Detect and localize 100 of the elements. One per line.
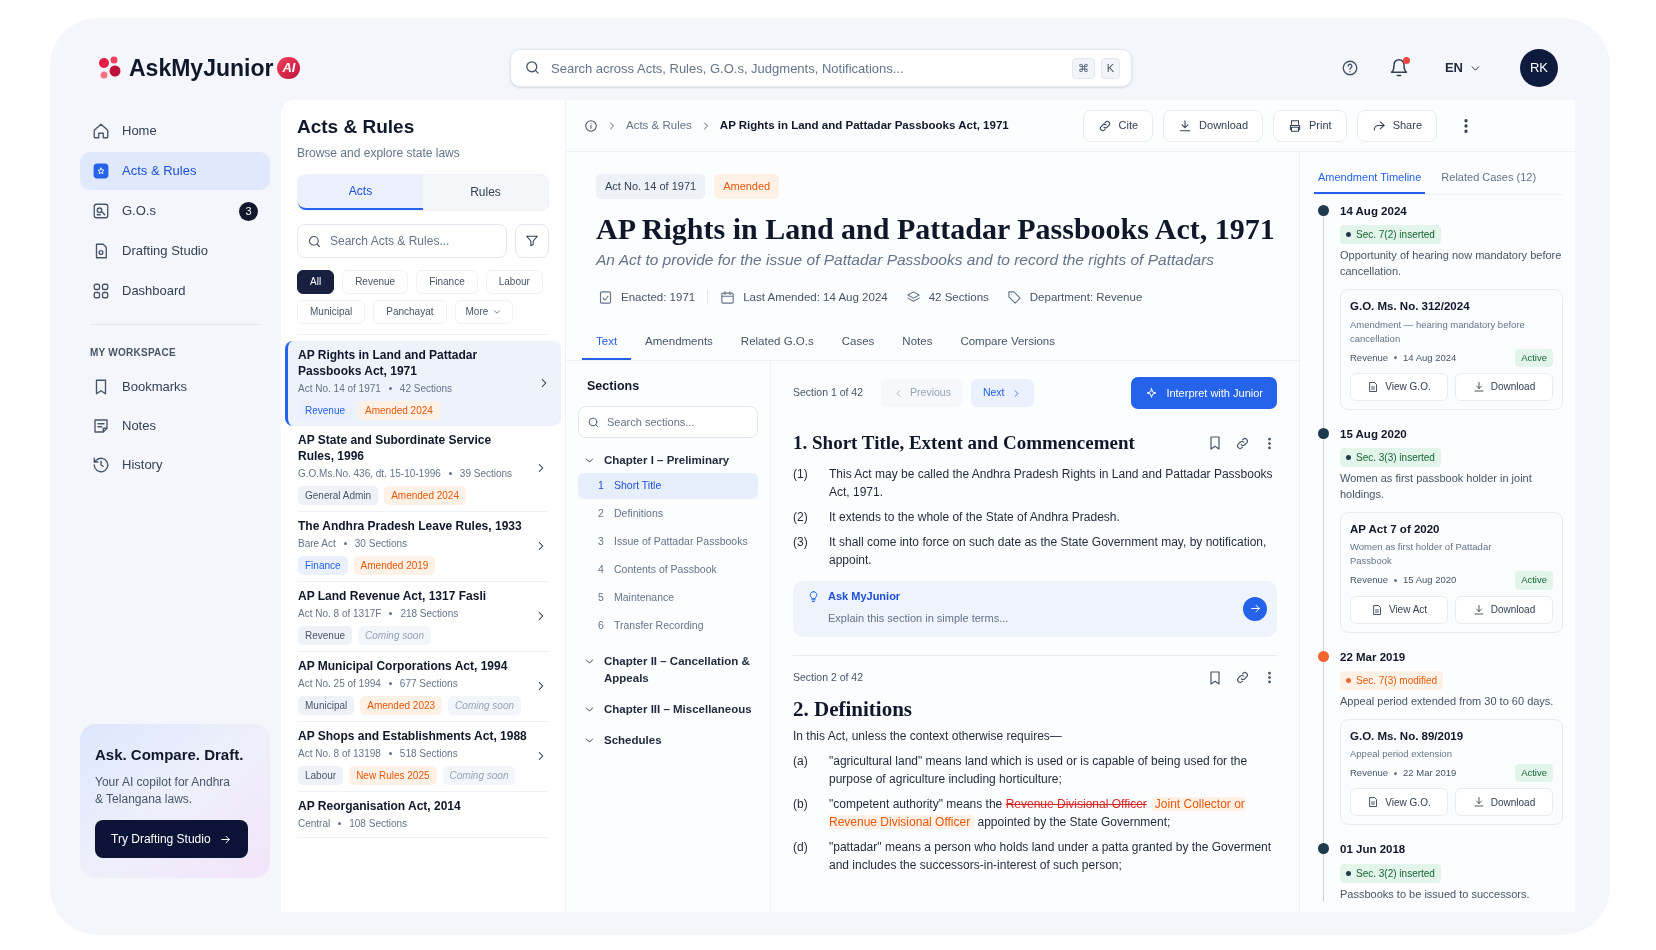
tab[interactable]: Notes — [888, 326, 947, 360]
filter-chip[interactable]: Finance — [416, 269, 478, 294]
tab[interactable]: Rules — [423, 174, 548, 210]
act-list-item[interactable]: AP Land Revenue Act, 1317 Fasli Act No. 8 of 1317F 218 Sections Revenue Coming soon — [298, 581, 548, 652]
act-list-item[interactable]: AP Reorganisation Act, 2014 Central 108 Sections — [298, 791, 548, 838]
help-icon[interactable] — [1340, 59, 1359, 77]
search-field[interactable]: Search Acts & Rules... — [297, 223, 507, 258]
act-list-item[interactable]: The Andhra Pradesh Leave Rules, 1933 Bare Act 30 Sections Finance Amended 2019 — [298, 511, 548, 582]
breadcrumb-link[interactable]: Acts & Rules — [626, 116, 692, 135]
tag: Revenue — [298, 625, 353, 645]
section-number: 6 — [597, 617, 605, 633]
chapter-toggle[interactable]: Chapter III – Miscellaneous — [578, 700, 758, 718]
nav-item[interactable]: Dashboard — [80, 272, 270, 310]
section-link[interactable]: 4 Contents of Passbook — [578, 556, 758, 583]
section-link[interactable]: 1 Short Title — [578, 472, 758, 499]
search-icon — [524, 59, 541, 76]
send-button[interactable] — [1243, 596, 1267, 621]
filter-chip[interactable]: Labour — [485, 269, 543, 294]
document-department: Revenue — [1350, 766, 1389, 780]
tab[interactable]: Compare Versions — [946, 326, 1069, 360]
chapter-toggle[interactable]: Chapter I – Preliminary — [578, 451, 758, 469]
nav-item[interactable]: Home — [80, 112, 270, 150]
act-meta: G.O.Ms.No. 436, dt. 15-10-1996 — [298, 466, 441, 481]
search-field[interactable]: Search sections... — [578, 405, 758, 438]
nav-item[interactable]: History — [80, 446, 270, 484]
section-link[interactable]: 5 Maintenance — [578, 584, 758, 611]
ask-input[interactable]: Explain this section in simple terms... — [828, 609, 1128, 627]
tab[interactable]: Text — [582, 326, 632, 360]
clause-text: "competent authority" means the Revenue Divisional Officer Joint Collector or Revenue Divisional Officer appointed by the State Government; — [829, 796, 1246, 831]
next-button[interactable]: Next — [970, 379, 1034, 407]
bookmark-icon[interactable] — [1207, 435, 1223, 452]
clause-number: (a) — [793, 753, 809, 770]
user-avatar[interactable]: RK — [1520, 49, 1558, 87]
act-title: The Andhra Pradesh Leave Rules, 1933 — [298, 517, 523, 534]
nav-item[interactable]: Notes — [80, 407, 270, 445]
nav-item[interactable]: Bookmarks — [80, 368, 270, 406]
document-department: Revenue — [1350, 350, 1389, 365]
view-document-button[interactable]: View G.O. — [1350, 788, 1448, 817]
download-button[interactable]: Download — [1163, 109, 1263, 142]
document-summary: Amendment — hearing mandatory before cancellation — [1350, 317, 1526, 346]
filter-chip[interactable]: Revenue — [342, 269, 409, 294]
filter-button[interactable] — [515, 223, 549, 258]
tab[interactable]: Amendments — [631, 326, 727, 360]
try-drafting-studio-button[interactable]: Try Drafting Studio — [95, 820, 248, 858]
document-department: Revenue — [1350, 573, 1389, 588]
tab[interactable]: Amendment Timeline — [1314, 162, 1426, 194]
cite-button[interactable]: Cite — [1082, 109, 1154, 142]
status-badge: Active — [1515, 571, 1553, 590]
sparkle-icon — [1145, 386, 1159, 400]
act-meta: 677 Sections — [399, 676, 458, 691]
timeline-date: 01 Jun 2018 — [1340, 842, 1407, 858]
download-button[interactable]: Download — [1455, 788, 1553, 817]
tab[interactable]: Acts — [298, 174, 423, 210]
document-icon — [1370, 603, 1383, 616]
language-selector[interactable]: EN — [1444, 58, 1482, 78]
section-title: Transfer Recording — [614, 617, 704, 633]
act-title: AP Shops and Establishments Act, 1988 — [298, 727, 528, 744]
section-title: Definitions — [614, 505, 664, 521]
document-meta: Last Amended: 14 Aug 2024 — [743, 289, 888, 305]
section-number: 4 — [597, 561, 605, 577]
section-link[interactable]: 3 Issue of Pattadar Passbooks — [578, 528, 758, 555]
filter-chip[interactable]: Panchayat — [373, 299, 447, 324]
tab[interactable]: Related Cases (12) — [1437, 162, 1541, 194]
ai-badge: AI — [277, 57, 301, 79]
shortcut-key: ⌘ — [1071, 58, 1095, 79]
more-dropdown[interactable]: More — [454, 299, 514, 324]
panel-subtitle: Browse and explore state laws — [297, 144, 461, 162]
count-badge: 3 — [239, 201, 258, 221]
print-button[interactable]: Print — [1273, 109, 1347, 142]
history-icon — [92, 456, 110, 474]
section-link[interactable]: 2 Definitions — [578, 500, 758, 527]
chapter-toggle[interactable]: Chapter II – Cancellation & Appeals — [578, 652, 758, 687]
tab[interactable]: Cases — [827, 326, 889, 360]
nav-item[interactable]: G.O.s 3 — [80, 192, 270, 230]
act-title: AP Land Revenue Act, 1317 Fasli — [298, 587, 488, 604]
act-list-item[interactable]: AP Rights in Land and Pattadar Passbooks Act, 1971 Act No. 14 of 1971 42 Sections Revenue Amended 2024 — [285, 340, 561, 426]
share-button[interactable]: Share — [1356, 109, 1437, 142]
act-meta: Act No. 25 of 1994 — [298, 676, 381, 691]
nav-item[interactable]: Acts & Rules — [80, 152, 270, 190]
bookmark-icon[interactable] — [1207, 669, 1223, 686]
tag: Revenue — [298, 400, 353, 420]
chapter-toggle[interactable]: Schedules — [578, 731, 758, 749]
download-button[interactable]: Download — [1455, 595, 1553, 624]
filter-chip[interactable]: All — [297, 269, 335, 294]
info-icon[interactable] — [584, 118, 598, 133]
nav-item[interactable]: Drafting Studio — [80, 232, 270, 270]
link-icon[interactable] — [1235, 670, 1250, 685]
view-document-button[interactable]: View Act — [1350, 595, 1448, 624]
link-icon[interactable] — [1235, 435, 1250, 451]
interpret-button[interactable]: Interpret with Junior — [1131, 377, 1277, 409]
notification-bell-icon[interactable] — [1388, 58, 1409, 78]
view-document-button[interactable]: View G.O. — [1350, 372, 1448, 401]
download-button[interactable]: Download — [1455, 372, 1553, 401]
tab[interactable]: Related G.O.s — [726, 326, 828, 360]
filter-chip[interactable]: Municipal — [297, 299, 366, 324]
act-list-item[interactable]: AP Municipal Corporations Act, 1994 Act No. 25 of 1994 677 Sections Municipal Amended 2023 Coming soon — [298, 651, 548, 722]
section-link[interactable]: 6 Transfer Recording — [578, 612, 758, 639]
act-list-item[interactable]: AP State and Subordinate Service Rules, 1996 G.O.Ms.No. 436, dt. 15-10-1996 39 Sections General Admin Amended 2024 — [298, 425, 548, 512]
act-list-item[interactable]: AP Shops and Establishments Act, 1988 Act No. 8 of 13198 518 Sections Labour New Rules 2025 Coming soon — [298, 721, 548, 792]
home-icon — [92, 122, 110, 140]
